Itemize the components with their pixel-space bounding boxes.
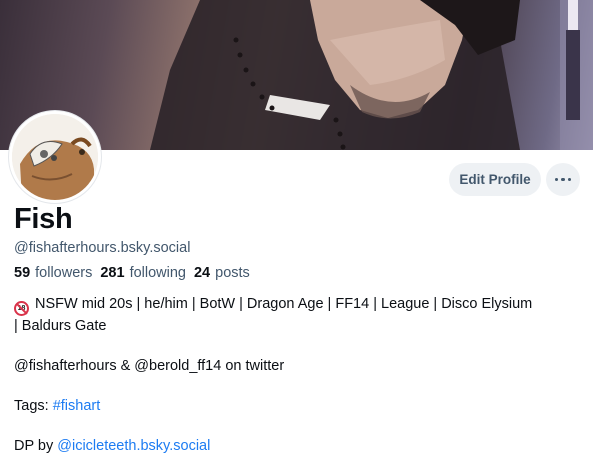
dp-prefix: DP by	[14, 438, 58, 454]
posts-stat: 24 posts	[194, 265, 250, 281]
bio-dp-line: DP by @icicleteeth.bsky.social	[14, 436, 586, 457]
followers-label: followers	[35, 265, 93, 281]
bio-tags-line: Tags: #fishart	[14, 396, 586, 417]
bio-line-1: 18 NSFW mid 20s | he/him | BotW | Dragon …	[14, 294, 586, 316]
avatar[interactable]	[8, 110, 102, 204]
edit-profile-button[interactable]: Edit Profile	[449, 163, 541, 196]
bio-spacer	[14, 337, 586, 356]
posts-label: posts	[215, 265, 250, 281]
following-count: 281	[100, 265, 125, 281]
hashtag-link[interactable]: #fishart	[53, 398, 101, 414]
following-stat[interactable]: 281 following	[100, 265, 186, 281]
ellipsis-icon	[554, 177, 572, 182]
profile-bio: 18 NSFW mid 20s | he/him | BotW | Dragon …	[14, 294, 586, 457]
avatar-image	[12, 114, 98, 200]
bio-line-2: | Baldurs Gate	[14, 318, 107, 334]
followers-count: 59	[14, 265, 31, 281]
bio-spacer	[14, 417, 586, 436]
followers-stat[interactable]: 59 followers	[14, 265, 92, 281]
no-under-18-icon: 18	[14, 301, 29, 316]
following-label: following	[129, 265, 186, 281]
tags-prefix: Tags:	[14, 398, 53, 414]
profile-handle: @fishafterhours.bsky.social	[14, 240, 191, 256]
bio-line-1-text: NSFW mid 20s | he/him | BotW | Dragon Ag…	[35, 296, 533, 312]
bio-spacer	[14, 377, 586, 396]
display-name: Fish	[14, 203, 73, 235]
bio-line-3: @fishafterhours & @berold_ff14 on twitte…	[14, 358, 285, 374]
posts-count: 24	[193, 265, 211, 281]
profile-stats: 59 followers 281 following 24 posts	[14, 265, 250, 281]
mention-link[interactable]: @icicleteeth.bsky.social	[57, 438, 210, 454]
more-options-button[interactable]	[546, 163, 580, 196]
